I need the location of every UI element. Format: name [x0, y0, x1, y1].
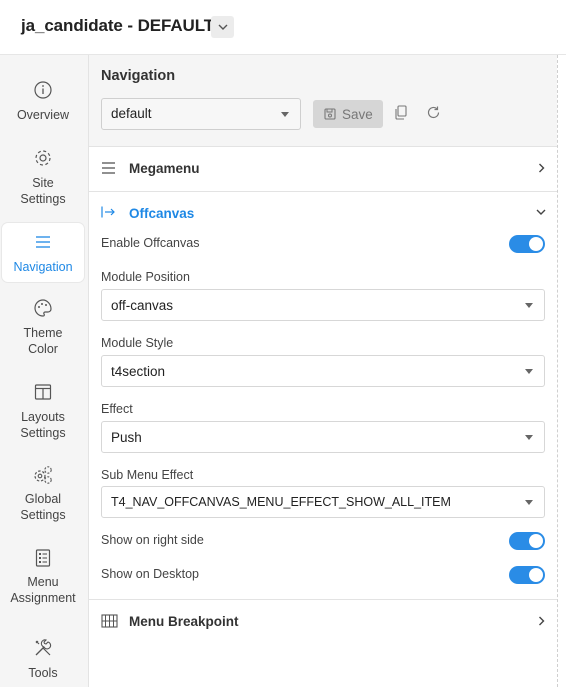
enable-offcanvas-toggle[interactable]: [509, 235, 545, 253]
sidebar-item-global-settings[interactable]: Global Settings: [2, 464, 84, 524]
sidebar-item-label: Global: [24, 492, 62, 506]
sidebar-item-navigation[interactable]: Navigation: [2, 223, 84, 282]
sidebar-item-label: Tools: [28, 666, 58, 680]
menu-lines-icon: [36, 236, 50, 248]
app-title: ja_candidate - DEFAULT: [21, 16, 215, 35]
page-title: Navigation: [101, 68, 176, 84]
sub-menu-effect-value: T4_NAV_OFFCANVAS_MENU_EFFECT_SHOW_ALL_IT…: [111, 495, 451, 509]
show-desktop-label: Show on Desktop: [101, 567, 199, 581]
list-doc-icon: [35, 549, 51, 567]
chevron-right-icon: [539, 616, 545, 626]
sidebar-item-overview[interactable]: Overview: [2, 79, 84, 139]
menu-lines-icon: [102, 162, 115, 174]
template-dropdown-button[interactable]: [211, 16, 234, 38]
megamenu-section-header[interactable]: Megamenu: [89, 147, 557, 192]
gear-icon: [35, 150, 51, 166]
sidebar-item-label: Menu: [27, 575, 59, 589]
chevron-down-icon: [218, 24, 227, 30]
sidebar-item-label-2: Assignment: [10, 591, 76, 605]
sidebar-item-label-2: Settings: [20, 192, 66, 206]
sidebar-item-label: Layouts: [21, 410, 65, 424]
enable-offcanvas-label: Enable Offcanvas: [101, 236, 200, 250]
sidebar-item-label: Overview: [16, 108, 70, 122]
caret-down-icon: [525, 435, 533, 440]
effect-label: Effect: [101, 402, 133, 416]
module-position-select[interactable]: off-canvas: [101, 289, 545, 321]
preset-select-value: default: [111, 106, 152, 121]
sidebar-item-menu-assignment[interactable]: Menu Assignment: [2, 547, 84, 607]
show-desktop-toggle[interactable]: [509, 566, 545, 584]
info-icon: [34, 81, 52, 99]
sidebar-item-label: Navigation: [13, 260, 73, 274]
top-bar: ja_candidate - DEFAULT: [0, 0, 566, 55]
refresh-icon[interactable]: [426, 105, 441, 120]
right-side-label: Show on right side: [101, 533, 204, 547]
copy-icon[interactable]: [394, 105, 408, 120]
palette-icon: [34, 299, 52, 317]
sidebar-item-site-settings[interactable]: Site Settings: [2, 147, 84, 207]
sidebar: Overview Site Settings Navigation Theme …: [0, 55, 89, 687]
sidebar-item-label: Site: [32, 176, 54, 190]
save-icon: [324, 108, 336, 120]
layout-columns-icon: [34, 384, 52, 400]
sidebar-item-label-2: Settings: [20, 426, 66, 440]
breakpoint-icon: [101, 614, 118, 628]
module-style-label: Module Style: [101, 336, 174, 350]
effect-select[interactable]: Push: [101, 421, 545, 453]
offcanvas-section: Offcanvas Enable Offcanvas Module Positi…: [89, 192, 557, 600]
right-side-toggle[interactable]: [509, 532, 545, 550]
chevron-down-icon[interactable]: [536, 209, 546, 216]
caret-down-icon: [525, 369, 533, 374]
caret-down-icon: [281, 112, 289, 117]
caret-down-icon: [525, 500, 533, 505]
scroll-rail: [557, 55, 566, 687]
menu-breakpoint-label: Menu Breakpoint: [129, 614, 239, 629]
save-button-label: Save: [342, 106, 373, 122]
module-style-value: t4section: [111, 364, 166, 379]
offcanvas-section-header[interactable]: Offcanvas: [129, 206, 194, 221]
sidebar-item-label: Theme: [23, 326, 63, 340]
sidebar-item-tools[interactable]: Tools: [2, 637, 84, 687]
module-style-select[interactable]: t4section: [101, 355, 545, 387]
sub-menu-effect-select[interactable]: T4_NAV_OFFCANVAS_MENU_EFFECT_SHOW_ALL_IT…: [101, 486, 545, 518]
sidebar-item-theme-color[interactable]: Theme Color: [2, 297, 84, 357]
chevron-right-icon: [539, 163, 545, 173]
gears-icon: [34, 466, 52, 484]
module-position-value: off-canvas: [111, 298, 174, 313]
navigation-header: Navigation default Save: [89, 55, 557, 147]
effect-value: Push: [111, 430, 142, 445]
caret-down-icon: [525, 303, 533, 308]
save-button[interactable]: Save: [313, 100, 383, 128]
arrow-to-right-icon: [101, 206, 115, 218]
sidebar-item-layouts-settings[interactable]: Layouts Settings: [2, 381, 84, 441]
sidebar-item-label-2: Color: [28, 342, 58, 356]
main-panel: Navigation default Save Megamenu Offcanv…: [89, 55, 557, 687]
megamenu-label: Megamenu: [129, 161, 200, 176]
tools-icon: [35, 639, 52, 656]
sub-menu-effect-label: Sub Menu Effect: [101, 468, 194, 482]
sidebar-item-label-2: Settings: [20, 508, 66, 522]
module-position-label: Module Position: [101, 270, 190, 284]
menu-breakpoint-section-header[interactable]: Menu Breakpoint: [89, 600, 557, 645]
preset-select[interactable]: default: [101, 98, 301, 130]
